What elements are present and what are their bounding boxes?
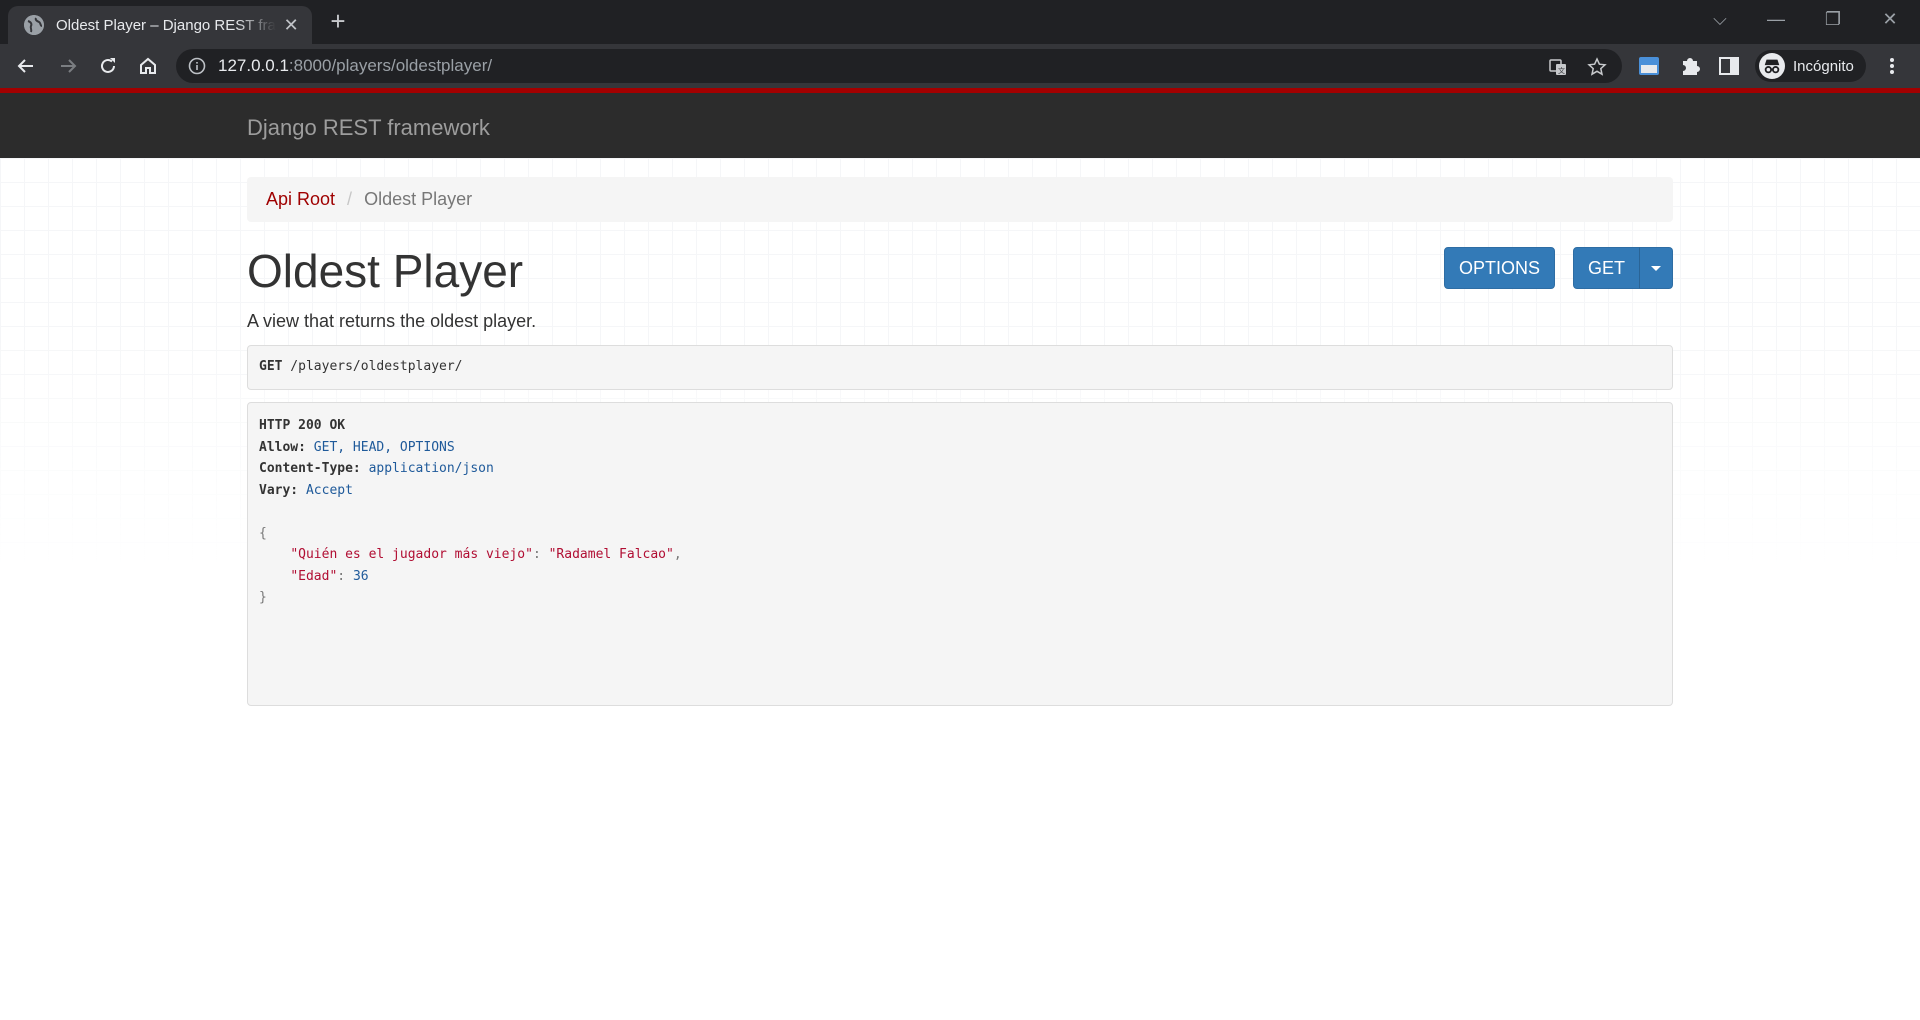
header-row: Content-Type: application/json [259,461,494,476]
more-vert-icon[interactable] [1882,56,1902,76]
page-title: Oldest Player [247,245,524,297]
request-method: GET [259,359,283,374]
home-icon [140,57,156,74]
page-description: A view that returns the oldest player. [247,311,537,331]
arrow-left-icon [17,59,33,73]
extension-window-icon[interactable] [1638,55,1660,77]
request-info: GET /players/oldestplayer/ [247,345,1673,390]
tab-title: Oldest Player – Django REST framework [56,16,276,34]
json-row: "Quién es el jugador más viejo": "Radame… [290,547,682,562]
forward-button[interactable] [52,50,84,82]
info-icon[interactable] [188,57,206,75]
puzzle-icon[interactable] [1679,55,1701,77]
reload-button[interactable] [92,50,124,82]
home-button[interactable] [132,50,164,82]
page-viewport: Django REST framework Api Root / Oldest … [0,88,1920,1020]
response-status: HTTP 200 OK [259,418,346,433]
browser-tabstrip: Oldest Player – Django REST framework ✕ … [0,0,1920,44]
close-window-button[interactable]: ✕ [1870,4,1910,34]
get-format-dropdown[interactable] [1639,247,1673,289]
url-text[interactable]: 127.0.0.1:8000/players/oldestplayer/ [218,56,492,76]
top-navbar: Django REST framework [0,88,1920,158]
bookmark-star-icon[interactable] [1587,57,1607,77]
options-button[interactable]: OPTIONS [1444,247,1555,289]
incognito-icon [1759,53,1785,79]
tab-close-icon[interactable]: ✕ [282,14,300,36]
tab-search-icon[interactable]: ⌵ [1700,4,1740,34]
arrow-right-icon [61,59,77,73]
browser-tab[interactable]: Oldest Player – Django REST framework ✕ [8,6,312,44]
reload-icon [101,58,115,73]
request-path: /players/oldestplayer/ [282,359,463,374]
header-row: Allow: GET, HEAD, OPTIONS [259,439,455,455]
header-row: Vary: Accept [259,482,353,498]
breadcrumb-api-root[interactable]: Api Root [266,189,335,210]
browser-toolbar: 127.0.0.1:8000/players/oldestplayer/ 文 I… [0,44,1920,88]
address-bar[interactable]: 127.0.0.1:8000/players/oldestplayer/ 文 [176,49,1622,83]
minimize-button[interactable]: — [1756,4,1796,34]
breadcrumb-separator: / [347,189,353,209]
json-open-brace: { [259,525,267,541]
json-close-brace: } [259,590,267,605]
side-panel-icon[interactable] [1718,55,1740,77]
caret-down-icon [1651,265,1661,271]
breadcrumb-current: Oldest Player [364,189,473,209]
restore-button[interactable]: ❐ [1813,4,1853,34]
json-row: "Edad": 36 [290,568,369,584]
response-info: HTTP 200 OK Allow: GET, HEAD, OPTIONS Co… [247,402,1673,706]
back-button[interactable] [10,50,42,82]
get-button[interactable]: GET [1573,247,1640,289]
translate-icon[interactable]: 文 [1548,57,1568,77]
incognito-badge[interactable]: Incógnito [1755,50,1866,82]
incognito-label: Incógnito [1793,57,1854,75]
new-tab-button[interactable]: + [324,8,352,36]
svg-text:文: 文 [1558,66,1565,75]
globe-icon [24,15,44,35]
breadcrumb: Api Root / Oldest Player [247,177,1673,222]
brand-link[interactable]: Django REST framework [247,115,490,141]
